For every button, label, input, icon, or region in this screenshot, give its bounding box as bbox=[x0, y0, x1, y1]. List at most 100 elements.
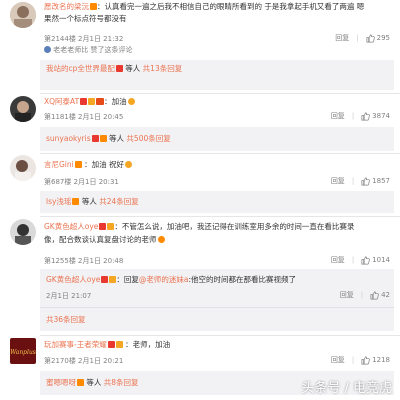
comment-line: XQ阿泰AT ：加油 bbox=[44, 97, 394, 107]
comment-line: 言尼Gini ：加油 祝好 bbox=[44, 160, 394, 170]
divider bbox=[40, 93, 400, 94]
member-badge-icon bbox=[77, 379, 84, 386]
like-button[interactable]: 3874 bbox=[361, 112, 390, 121]
divider: | bbox=[351, 112, 355, 120]
comment-text: ：加油 bbox=[104, 97, 127, 106]
reply-button[interactable]: 回复 bbox=[331, 176, 345, 186]
sub-reply-text: :他空的时间都在那看比赛视频了 bbox=[188, 275, 297, 284]
like-count: 1857 bbox=[372, 177, 390, 185]
sub-replies-box: GK黄色超人oye ：回复@老师的迷妹a:他空的时间都在那看比赛视频了 2月1日 … bbox=[40, 269, 394, 331]
comment-meta: 第1255楼 2月1日 20:48 bbox=[44, 257, 124, 265]
watermark: 头条号 / 电竞虎 bbox=[301, 381, 392, 396]
comment-line: GK黄色超人oye ：不管怎么说，加油吧，我还记得在训练室用多余的时间一直在看比赛… bbox=[44, 222, 394, 232]
star-badge-icon bbox=[91, 135, 99, 142]
comment-actions: 回复 | 1857 bbox=[331, 176, 390, 186]
vip-badge-icon bbox=[99, 223, 107, 230]
sub-reply-username[interactable]: sunyaokyris bbox=[46, 134, 91, 143]
reply-button[interactable]: 回复 bbox=[331, 111, 345, 121]
sub-reply-summary: 蜜嗯嗯呀 等人 共8条回复 bbox=[46, 378, 139, 388]
like-count: 295 bbox=[376, 34, 390, 42]
more-replies-link[interactable]: 共8条回复 bbox=[104, 378, 139, 387]
divider bbox=[40, 216, 400, 217]
emoji-icon bbox=[127, 98, 135, 105]
comment-line: 玩加赛事-王者荣耀 ：老师，加油 bbox=[44, 340, 394, 350]
avatar-image bbox=[10, 219, 36, 245]
reply-button[interactable]: 回复 bbox=[340, 290, 354, 300]
thumbs-up-icon bbox=[361, 177, 370, 185]
vip-badge-icon bbox=[80, 98, 88, 105]
divider: | bbox=[360, 291, 364, 299]
comment-meta: 第1181楼 2月1日 20:45 bbox=[44, 113, 124, 121]
member-badge-icon bbox=[115, 65, 123, 72]
avatar[interactable]: Wanplus bbox=[10, 338, 36, 364]
comment-username[interactable]: 言尼Gini bbox=[44, 160, 74, 169]
member-badge-icon bbox=[74, 161, 82, 168]
like-button[interactable]: 295 bbox=[366, 34, 390, 43]
divider bbox=[40, 335, 400, 336]
comment-username[interactable]: GK黄色超人oye bbox=[44, 222, 98, 231]
more-replies-link[interactable]: 共13条回复 bbox=[143, 64, 183, 73]
verified-badge-icon bbox=[107, 341, 115, 348]
sub-reply-etc: 等人 bbox=[125, 64, 141, 73]
avatar-image bbox=[10, 96, 36, 122]
avatar[interactable] bbox=[10, 219, 36, 245]
sub-replies-box: 我站的cp全世界最配 等人 共13条回复 bbox=[40, 60, 394, 90]
comment-line: 愿改名的梁沅 ：认真看完一遍之后我不相信自己的眼睛所看到的 于是我拿起手机又看了两… bbox=[44, 2, 394, 12]
reply-button[interactable]: 回复 bbox=[331, 255, 345, 265]
sub-replies-box: lsy浅瑶 等人 共24条回复 bbox=[40, 191, 394, 213]
thumbs-up-icon bbox=[361, 356, 370, 364]
like-count: 3874 bbox=[372, 112, 390, 120]
more-replies-link[interactable]: 共36条回复 bbox=[46, 315, 86, 325]
comment-text: ：老师，加油 bbox=[125, 340, 171, 349]
more-replies-link[interactable]: 共24条回复 bbox=[99, 197, 139, 206]
comment-username[interactable]: 玩加赛事-王者荣耀 bbox=[44, 340, 107, 349]
sub-reply-text[interactable]: 我站的cp全世界最配 bbox=[46, 64, 115, 73]
sub-reply-username[interactable]: lsy浅瑶 bbox=[46, 197, 71, 206]
author-like-note: 老老老师比 赞了这条评论 bbox=[44, 45, 132, 55]
divider bbox=[40, 307, 394, 308]
comment-text-continued: 像，配合数谈认真复盘讨论的老师 bbox=[44, 234, 165, 245]
comment-text-line2: 像，配合数谈认真复盘讨论的老师 bbox=[44, 235, 157, 244]
sub-replies-box: sunyaokyris 等人 共500条回复 bbox=[40, 127, 394, 151]
like-button[interactable]: 42 bbox=[370, 291, 390, 300]
like-button[interactable]: 1857 bbox=[361, 177, 390, 186]
like-button[interactable]: 1218 bbox=[361, 356, 390, 365]
avatar-image bbox=[10, 155, 36, 181]
divider: | bbox=[356, 34, 359, 42]
reply-button[interactable]: 回复 bbox=[331, 355, 345, 365]
comment-username[interactable]: XQ阿泰AT bbox=[44, 97, 79, 106]
like-button[interactable]: 1014 bbox=[361, 256, 390, 265]
comment-text-continued: 果然一个标点符号都没有 bbox=[44, 14, 127, 23]
author-avatar-icon bbox=[44, 46, 51, 53]
comment-username[interactable]: 愿改名的梁沅 bbox=[44, 2, 89, 11]
avatar[interactable] bbox=[10, 96, 36, 122]
emoji-icon bbox=[157, 236, 165, 243]
member-badge-icon bbox=[88, 98, 96, 105]
thumbs-up-icon bbox=[361, 112, 370, 120]
sub-reply-etc: 等人 bbox=[109, 134, 125, 143]
sub-reply-etc: 等人 bbox=[86, 378, 102, 387]
emoji-icon bbox=[125, 161, 133, 168]
more-replies-text[interactable]: 共36条回复 bbox=[46, 315, 86, 324]
mention-link[interactable]: @老师的迷妹a bbox=[139, 275, 189, 284]
vip-badge-icon bbox=[101, 276, 109, 283]
comment-meta: 第687楼 2月1日 20:31 bbox=[44, 178, 119, 186]
divider: | bbox=[351, 356, 355, 364]
comment-actions: 回复 | 3874 bbox=[331, 111, 390, 121]
avatar[interactable] bbox=[10, 2, 36, 28]
sub-reply-username[interactable]: GK黄色超人oye bbox=[46, 275, 100, 284]
sub-reply-username[interactable]: 蜜嗯嗯呀 bbox=[46, 378, 76, 387]
comment-text: ：认真看完一遍之后我不相信自己的眼睛所看到的 于是我拿起手机又看了两遍 嗯 bbox=[97, 2, 365, 11]
svg-text:Wanplus: Wanplus bbox=[10, 349, 36, 356]
avatar-image: Wanplus bbox=[10, 338, 36, 364]
divider bbox=[40, 153, 400, 154]
sub-reply-summary: 我站的cp全世界最配 等人 共13条回复 bbox=[46, 64, 182, 74]
divider: | bbox=[351, 177, 355, 185]
avatar[interactable] bbox=[10, 155, 36, 181]
comment-actions: 回复 | 1218 bbox=[331, 355, 390, 365]
reply-button[interactable]: 回复 bbox=[335, 33, 349, 43]
like-count: 42 bbox=[381, 291, 390, 299]
comment-actions: 回复 | 295 bbox=[335, 33, 390, 43]
member-badge-icon bbox=[99, 135, 107, 142]
more-replies-link[interactable]: 共500条回复 bbox=[126, 134, 170, 143]
